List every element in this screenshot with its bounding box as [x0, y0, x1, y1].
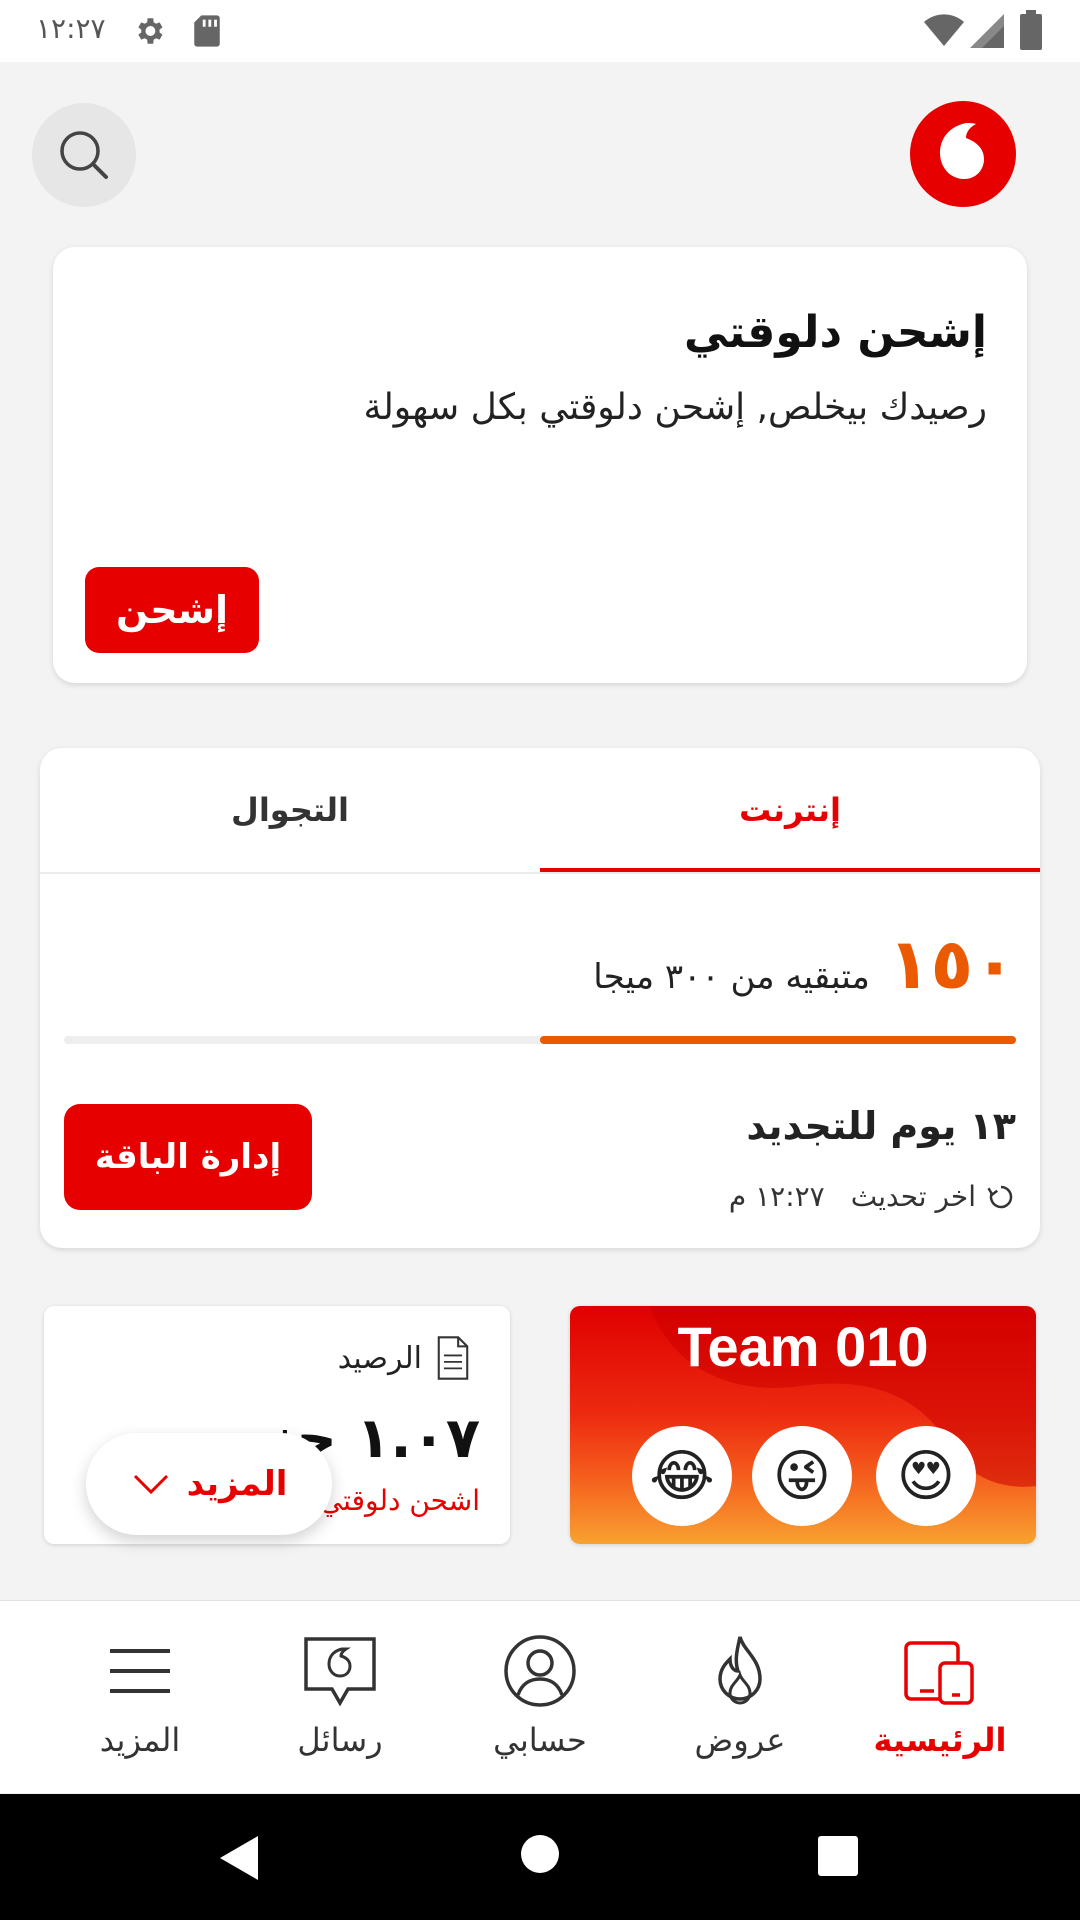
bottom-navigation: المزيد رسائل حسابي عروض الرئيسية	[0, 1600, 1080, 1793]
tab-roaming[interactable]: التجوال	[40, 748, 540, 872]
usage-progress-bar	[64, 1036, 1016, 1044]
topup-title: إشحن دلوقتي	[684, 307, 987, 358]
home-devices-icon	[904, 1641, 974, 1705]
heart-eyes-emoji: 😍	[876, 1426, 976, 1526]
search-icon	[60, 131, 108, 179]
search-button[interactable]	[32, 103, 136, 207]
tab-divider	[40, 872, 1040, 874]
usage-remaining: ١٥٠ متبقيه من ٣٠٠ ميجا	[593, 923, 1016, 1005]
refresh-icon	[987, 1185, 1013, 1208]
more-button-label: المزيد	[186, 1464, 288, 1504]
wifi-icon	[924, 14, 964, 46]
nav-item-more[interactable]: المزيد	[40, 1601, 240, 1793]
settings-icon	[138, 18, 163, 44]
status-time: ١٢:٢٧	[36, 12, 106, 45]
promo-card[interactable]: Team 010 😂 😜 😍	[570, 1306, 1036, 1544]
sd-card-icon	[194, 15, 220, 47]
topup-description: رصيدك بيخلص, إشحن دلوقتي بكل سهولة	[363, 387, 987, 428]
nav-item-home[interactable]: الرئيسية	[840, 1601, 1040, 1793]
topup-button[interactable]: إشحن	[85, 567, 259, 653]
back-icon[interactable]	[216, 1834, 260, 1882]
last-update-time: ١٢:٢٧ م	[728, 1180, 825, 1213]
last-update-label: اخر تحديث	[850, 1180, 976, 1213]
home-icon[interactable]	[520, 1834, 560, 1874]
topup-card: إشحن دلوقتي رصيدك بيخلص, إشحن دلوقتي بكل…	[53, 247, 1027, 683]
recents-icon[interactable]	[818, 1836, 858, 1876]
menu-icon	[110, 1649, 170, 1693]
account-icon	[504, 1635, 576, 1707]
renewal-text: ١٣ يوم للتجديد	[746, 1104, 1016, 1148]
nav-item-offers[interactable]: عروض	[640, 1601, 840, 1793]
more-button[interactable]: المزيد	[86, 1433, 332, 1535]
manage-plan-button[interactable]: إدارة الباقة	[64, 1104, 312, 1210]
usage-remaining-value: ١٥٠	[887, 923, 1016, 1005]
nav-label-messages: رسائل	[297, 1721, 383, 1759]
status-bar: ١٢:٢٧	[0, 0, 1080, 62]
winking-tongue-emoji: 😜	[752, 1426, 852, 1526]
nav-label-account: حسابي	[493, 1721, 587, 1759]
messages-icon	[304, 1637, 376, 1707]
nav-label-more: المزيد	[99, 1721, 181, 1759]
usage-progress-fill	[540, 1036, 1016, 1044]
battery-icon	[1020, 10, 1042, 50]
document-icon	[437, 1336, 469, 1380]
vodafone-logo[interactable]	[910, 101, 1016, 207]
last-update-row: اخر تحديث ١٢:٢٧ م	[729, 1180, 1016, 1213]
system-navigation-bar	[0, 1794, 1080, 1920]
nav-label-offers: عروض	[694, 1721, 786, 1759]
balance-header: الرصيد	[338, 1336, 470, 1380]
laughing-emoji: 😂	[632, 1426, 732, 1526]
balance-title: الرصيد	[337, 1340, 422, 1376]
cellular-signal-icon	[970, 14, 1004, 48]
nav-label-home: الرئيسية	[873, 1721, 1007, 1759]
usage-remaining-label: متبقيه من ٣٠٠ ميجا	[593, 957, 870, 997]
nav-item-account[interactable]: حسابي	[440, 1601, 640, 1793]
flame-icon	[718, 1636, 762, 1705]
promo-title: Team 010	[677, 1315, 929, 1378]
balance-topup-link[interactable]: اشحن دلوقتي	[320, 1484, 480, 1517]
chevron-down-icon	[133, 1474, 168, 1495]
usage-card: إنترنت التجوال ١٥٠ متبقيه من ٣٠٠ ميجا ١٣…	[40, 748, 1040, 1248]
nav-item-messages[interactable]: رسائل	[240, 1601, 440, 1793]
tab-internet[interactable]: إنترنت	[540, 748, 1040, 872]
